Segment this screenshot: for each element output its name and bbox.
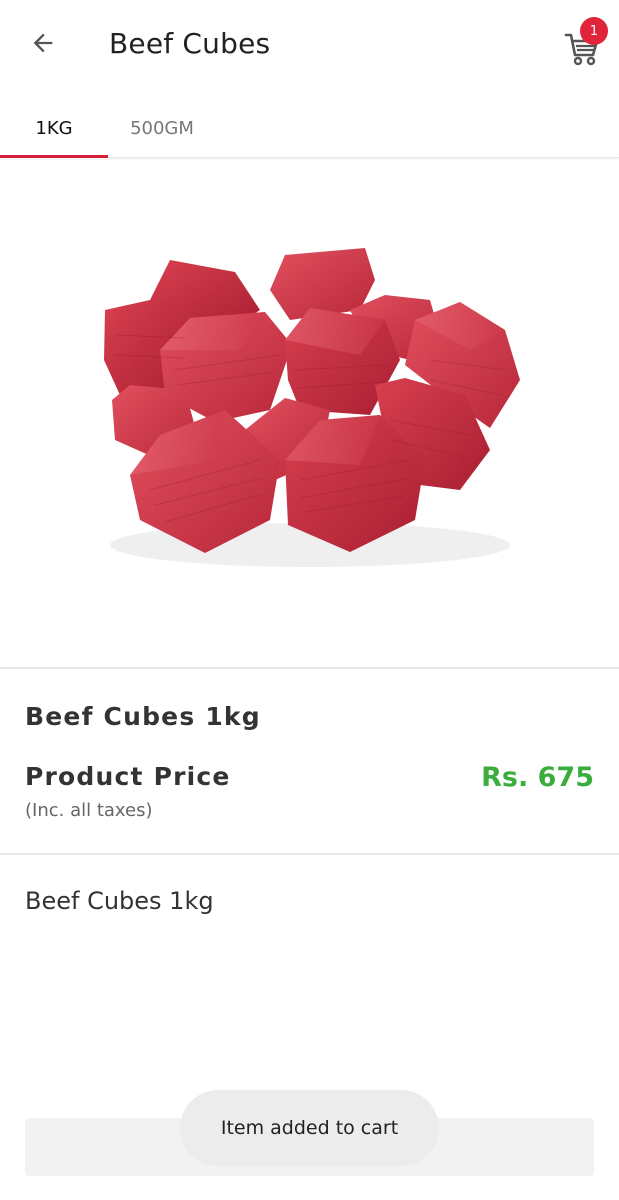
variant-tabs: 1KG 500GM xyxy=(0,98,619,158)
tab-500gm[interactable]: 500GM xyxy=(108,98,216,158)
toast-message: Item added to cart xyxy=(180,1090,439,1166)
tax-note: (Inc. all taxes) xyxy=(25,800,153,821)
section-divider xyxy=(0,667,619,669)
back-button[interactable] xyxy=(22,22,64,64)
page-title: Beef Cubes xyxy=(109,27,271,60)
section-divider xyxy=(0,853,619,855)
product-price: Rs. 675 xyxy=(481,762,594,793)
tab-selected-indicator xyxy=(0,155,108,158)
cart-count-badge: 1 xyxy=(580,17,608,45)
product-name: Beef Cubes 1kg xyxy=(25,702,261,731)
price-label: Product Price xyxy=(25,762,231,791)
app-bar: Beef Cubes 1 xyxy=(0,0,619,92)
product-description: Beef Cubes 1kg xyxy=(25,887,214,915)
product-detail-screen: Beef Cubes 1 1KG 500GM Beef Cubes 1kg Pr… xyxy=(0,0,619,1200)
tab-1kg[interactable]: 1KG xyxy=(0,98,108,158)
beef-cubes-photo xyxy=(104,248,520,567)
product-image xyxy=(0,160,619,668)
arrow-left-icon xyxy=(33,33,53,53)
